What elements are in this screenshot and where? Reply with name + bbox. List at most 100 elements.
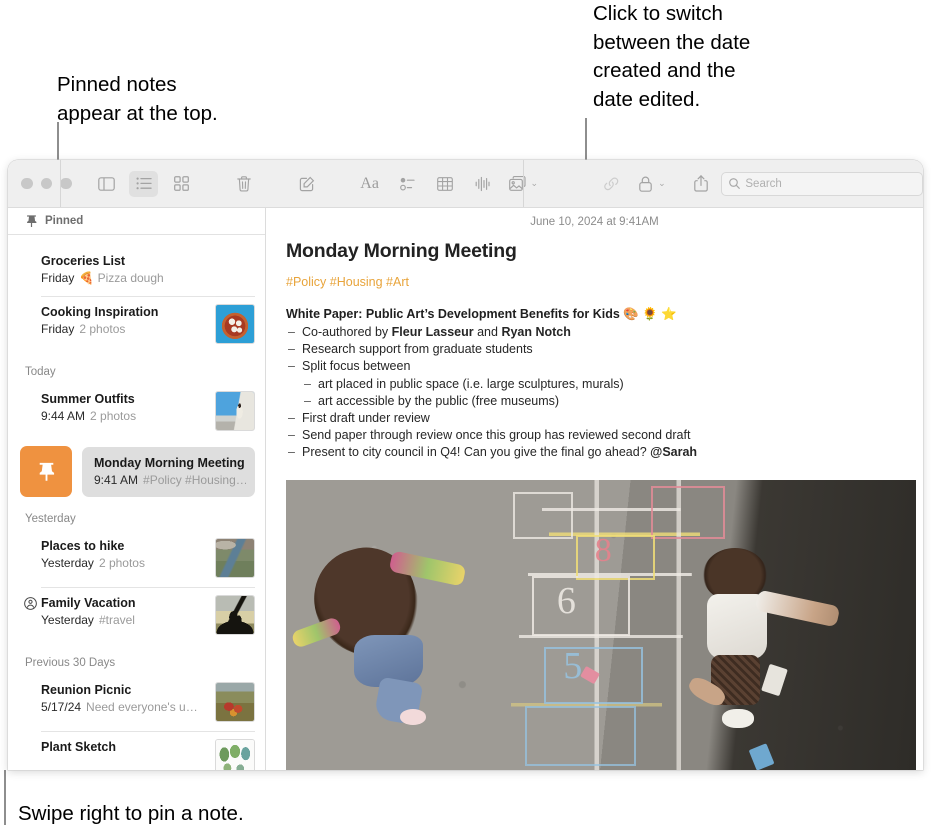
media-insert-icon[interactable] bbox=[505, 171, 529, 197]
section-header-today: Today bbox=[25, 366, 56, 378]
note-thumbnail-plants bbox=[215, 739, 255, 770]
note-bullet-item: Send paper through review once this grou… bbox=[286, 427, 903, 444]
note-title-heading: Monday Morning Meeting bbox=[286, 240, 517, 262]
note-group-pinned: Groceries List Friday 🍕 Pizza dough Cooki… bbox=[8, 235, 265, 353]
note-title: Summer Outfits bbox=[41, 392, 135, 406]
search-icon bbox=[729, 178, 741, 189]
list-item[interactable]: Cooking Inspiration Friday 2 photos bbox=[8, 296, 265, 353]
note-meta: 9:44 AM 2 photos bbox=[41, 408, 207, 424]
list-item[interactable]: Family Vacation Yesterday #travel bbox=[8, 587, 265, 644]
note-date: 9:41 AM bbox=[94, 472, 139, 487]
list-item[interactable]: Reunion Picnic 5/17/24 Need everyone's u… bbox=[8, 674, 265, 731]
note-bullet-item: Split focus between bbox=[286, 358, 903, 375]
note-meta: Yesterday #travel bbox=[41, 612, 207, 628]
link-icon bbox=[597, 171, 626, 197]
checklist-icon[interactable] bbox=[393, 171, 422, 197]
note-date: 9:44 AM bbox=[41, 409, 86, 423]
list-item[interactable]: Plant Sketch bbox=[8, 731, 265, 770]
note-bullet-item: Present to city council in Q4! Can you g… bbox=[286, 444, 903, 461]
format-label: Aa bbox=[360, 174, 379, 192]
note-tags[interactable]: #Policy #Housing #Art bbox=[286, 275, 903, 289]
gallery-view-icon[interactable] bbox=[167, 171, 196, 197]
table-icon[interactable] bbox=[430, 171, 459, 197]
note-bullet-item: art placed in public space (i.e. large s… bbox=[286, 376, 903, 393]
note-preview: #Policy #Housing… bbox=[143, 472, 246, 487]
note-date: Friday bbox=[41, 271, 75, 285]
pin-icon bbox=[39, 462, 54, 481]
note-title: Groceries List bbox=[41, 254, 126, 268]
zoom-button[interactable] bbox=[60, 177, 72, 190]
note-date: 5/17/24 bbox=[41, 700, 82, 714]
note-bullet-item: First draft under review bbox=[286, 410, 903, 427]
note-meta: 9:41 AM #Policy #Housing… bbox=[94, 472, 246, 488]
minimize-button[interactable] bbox=[40, 177, 52, 190]
note-meta: Friday 2 photos bbox=[41, 321, 207, 337]
note-title: Monday Morning Meeting bbox=[94, 455, 245, 470]
note-date-toggle[interactable]: June 10, 2024 at 9:41AM bbox=[266, 208, 923, 228]
section-header-previous-30-days: Previous 30 Days bbox=[25, 657, 116, 669]
window-traffic-lights[interactable] bbox=[21, 177, 72, 190]
lock-icon[interactable] bbox=[635, 171, 658, 197]
list-item[interactable]: Summer Outfits 9:44 AM 2 photos bbox=[8, 383, 265, 440]
note-date: Yesterday bbox=[41, 613, 94, 627]
note-thumbnail-beach bbox=[215, 391, 255, 431]
notes-app-window: Aa ⌄ ⌄ Search Pinned Groceries List Frid… bbox=[8, 160, 923, 770]
callout-date-switch: Click to switch between the date created… bbox=[593, 2, 751, 111]
list-item[interactable]: Places to hike Yesterday 2 photos bbox=[8, 530, 265, 587]
note-title: Cooking Inspiration bbox=[41, 305, 159, 319]
note-thumbnail-pizza bbox=[215, 304, 255, 344]
note-thumbnail-picnic bbox=[215, 682, 255, 722]
note-date: Friday bbox=[41, 322, 75, 336]
note-bullet-item: Co-authored by Fleur Lasseur and Ryan No… bbox=[286, 324, 903, 341]
audio-recording-icon[interactable] bbox=[468, 171, 497, 197]
note-editor-panel[interactable]: June 10, 2024 at 9:41AM Monday Morning M… bbox=[266, 208, 923, 770]
callout-pinned-notes: Pinned notes appear at the top. bbox=[57, 73, 218, 125]
notes-list-panel[interactable]: Pinned Groceries List Friday 🍕 Pizza doug… bbox=[8, 208, 266, 770]
note-title: Places to hike bbox=[41, 539, 125, 553]
list-item-selected[interactable]: Monday Morning Meeting 9:41 AM #Policy #H… bbox=[82, 446, 255, 497]
note-meta: 5/17/24 Need everyone's u… bbox=[41, 699, 207, 715]
search-input[interactable]: Search bbox=[721, 171, 923, 196]
note-sub-bullet-list: art placed in public space (i.e. large s… bbox=[286, 376, 903, 411]
heading-emoji-icons: 🎨 🌻 ⭐ bbox=[623, 307, 677, 321]
shared-note-person-icon bbox=[24, 597, 37, 610]
share-icon[interactable] bbox=[686, 171, 715, 197]
pizza-emoji-icon: 🍕 bbox=[79, 271, 95, 285]
note-title: Family Vacation bbox=[41, 596, 136, 610]
note-title: Plant Sketch bbox=[41, 740, 117, 754]
note-preview: #travel bbox=[98, 613, 135, 627]
callout-swipe-to-pin: Swipe right to pin a note. bbox=[18, 802, 244, 825]
note-date: Yesterday bbox=[41, 556, 94, 570]
media-chevron-down-icon[interactable]: ⌄ bbox=[531, 179, 539, 188]
pin-icon bbox=[27, 215, 37, 227]
note-attached-photo[interactable]: 8 6 5 bbox=[286, 479, 916, 770]
list-view-icon[interactable] bbox=[129, 170, 159, 197]
pinned-section-header: Pinned bbox=[8, 208, 265, 235]
pinned-label: Pinned bbox=[45, 215, 84, 227]
section-header-yesterday: Yesterday bbox=[25, 513, 76, 525]
note-row-selected-with-swipe[interactable]: Monday Morning Meeting 9:41 AM #Policy #H… bbox=[8, 443, 265, 500]
close-button[interactable] bbox=[21, 177, 33, 190]
toolbar: Aa ⌄ ⌄ Search bbox=[8, 160, 923, 208]
note-preview: 2 photos bbox=[98, 556, 145, 570]
note-bullet-item: Research support from graduate students bbox=[286, 341, 903, 358]
callout-leader-line-swipe bbox=[4, 770, 6, 825]
note-meta: Yesterday 2 photos bbox=[41, 555, 207, 571]
sidebar-toggle-icon[interactable] bbox=[92, 171, 121, 197]
list-item[interactable]: Groceries List Friday 🍕 Pizza dough bbox=[8, 245, 265, 296]
lock-chevron-down-icon[interactable]: ⌄ bbox=[658, 179, 666, 188]
note-bullet-item: art accessible by the public (free museu… bbox=[286, 393, 903, 410]
note-preview: 2 photos bbox=[90, 409, 137, 423]
note-thumbnail-biker bbox=[215, 595, 255, 635]
pin-swipe-action-button[interactable] bbox=[20, 446, 72, 497]
note-preview: Need everyone's u… bbox=[86, 700, 198, 714]
note-title: Reunion Picnic bbox=[41, 683, 132, 697]
note-body-heading: White Paper: Public Art’s Development Be… bbox=[286, 307, 903, 322]
format-text-button[interactable]: Aa bbox=[355, 171, 384, 197]
note-bullet-list: Co-authored by Fleur Lasseur and Ryan No… bbox=[286, 324, 903, 462]
delete-trash-icon[interactable] bbox=[229, 171, 258, 197]
note-body-heading-text: White Paper: Public Art’s Development Be… bbox=[286, 307, 620, 321]
note-thumbnail-river bbox=[215, 538, 255, 578]
compose-note-icon[interactable] bbox=[292, 171, 321, 197]
note-meta: Friday 🍕 Pizza dough bbox=[41, 270, 255, 286]
